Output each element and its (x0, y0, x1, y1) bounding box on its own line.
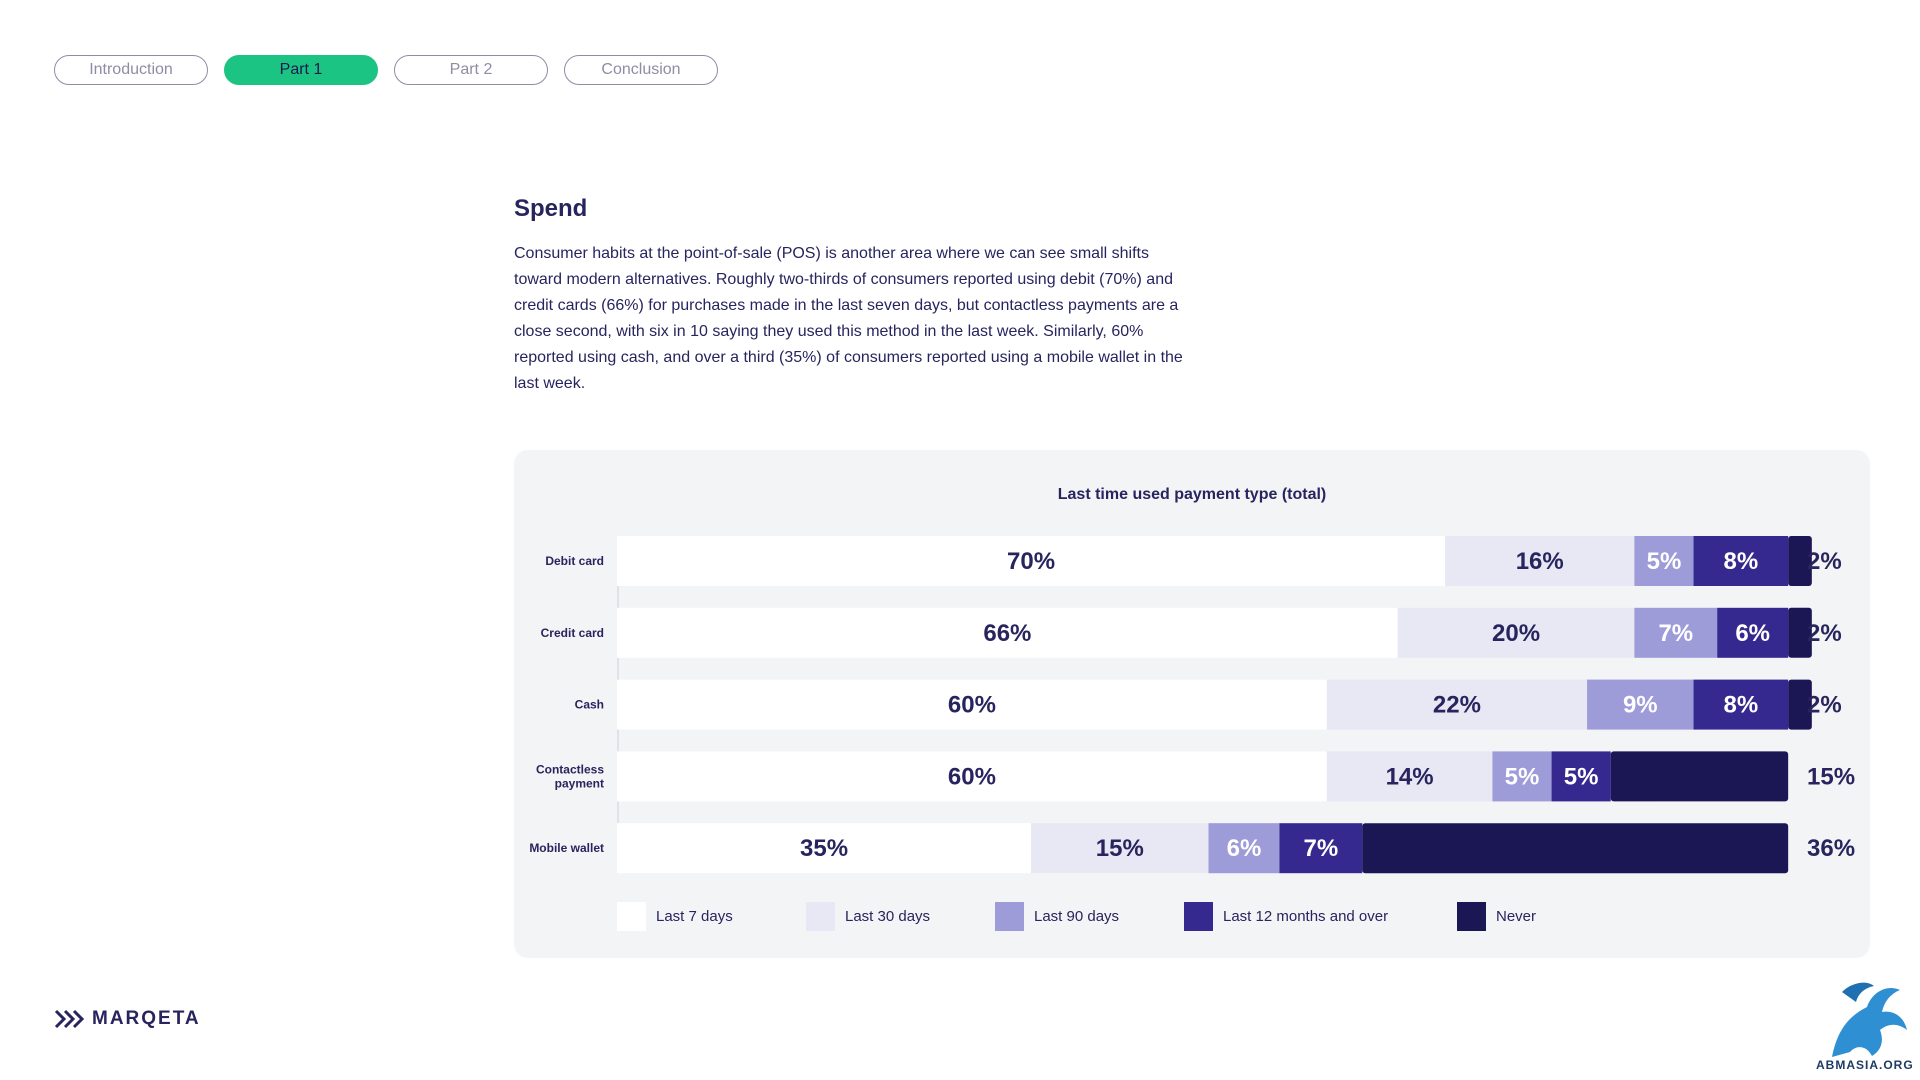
tab-introduction[interactable]: Introduction (54, 55, 208, 85)
section-body: Consumer habits at the point-of-sale (PO… (514, 245, 1183, 392)
marqeta-logo: MARQETA (54, 1008, 201, 1030)
data-label: 5% (1564, 763, 1599, 790)
data-label: 15% (1096, 835, 1144, 862)
data-label: 2% (1807, 620, 1842, 647)
watermark-dragon-icon (1832, 982, 1907, 1057)
data-label: 8% (1724, 692, 1759, 719)
category-label: Mobile wallet (529, 841, 604, 855)
legend-label: Last 7 days (656, 908, 733, 925)
legend-label: Last 30 days (845, 908, 931, 925)
data-label: 2% (1807, 692, 1842, 719)
watermark-text: ABMASIA.ORG (1816, 1058, 1914, 1072)
legend-swatch (995, 902, 1024, 931)
legend-item: Last 12 months and over (1184, 902, 1388, 931)
legend-swatch (617, 902, 646, 931)
data-label: 9% (1623, 692, 1658, 719)
data-label: 2% (1807, 548, 1842, 575)
category-label: Debit card (545, 554, 604, 568)
data-label: 70% (1007, 548, 1055, 575)
legend-swatch (1457, 902, 1486, 931)
article-section: Spend Consumer habits at the point-of-sa… (514, 195, 1194, 397)
chart-panel: Last time used payment type (total) Debi… (514, 450, 1870, 958)
category-label: Contactless payment (536, 762, 604, 790)
section-nav: Introduction Part 1 Part 2 Conclusion (54, 55, 718, 85)
legend-item: Never (1457, 902, 1536, 931)
data-label: 6% (1735, 620, 1770, 647)
data-label: 60% (948, 763, 996, 790)
legend-item: Last 7 days (617, 902, 733, 931)
data-label: 60% (948, 692, 996, 719)
data-label: 15% (1807, 763, 1855, 790)
data-label: 14% (1386, 763, 1434, 790)
data-label: 5% (1647, 548, 1682, 575)
category-label: Credit card (541, 626, 604, 640)
bar-segment (1610, 751, 1789, 802)
legend-label: Last 12 months and over (1223, 908, 1389, 925)
data-label: 16% (1516, 548, 1564, 575)
data-label: 22% (1433, 692, 1481, 719)
data-label: 8% (1724, 548, 1759, 575)
data-label: 5% (1505, 763, 1540, 790)
data-label: 36% (1807, 835, 1855, 862)
legend-item: Last 90 days (995, 902, 1119, 931)
data-label: 20% (1492, 620, 1540, 647)
section-heading: Spend (514, 195, 588, 222)
logo-text: MARQETA (92, 1008, 201, 1029)
stacked-bar-chart: Debit card 70% 16% 5% 8% 2% Credit card 66% 20% 7… (529, 536, 1855, 874)
data-label: 7% (1658, 620, 1693, 647)
legend-swatch (1184, 902, 1213, 931)
tab-conclusion[interactable]: Conclusion (564, 55, 718, 85)
data-label: 6% (1227, 835, 1262, 862)
data-label: 35% (800, 835, 848, 862)
legend-item: Last 30 days (806, 902, 930, 931)
tab-part-2[interactable]: Part 2 (394, 55, 548, 85)
legend-label: Last 90 days (1034, 908, 1120, 925)
marqeta-chevrons-icon (54, 1009, 85, 1029)
data-label: 7% (1304, 835, 1339, 862)
legend-swatch (806, 902, 835, 931)
legend-label: Never (1496, 908, 1537, 925)
tab-part-1[interactable]: Part 1 (224, 55, 378, 85)
bar-segment (1362, 823, 1789, 874)
data-label: 66% (983, 620, 1031, 647)
category-label: Cash (575, 698, 604, 712)
